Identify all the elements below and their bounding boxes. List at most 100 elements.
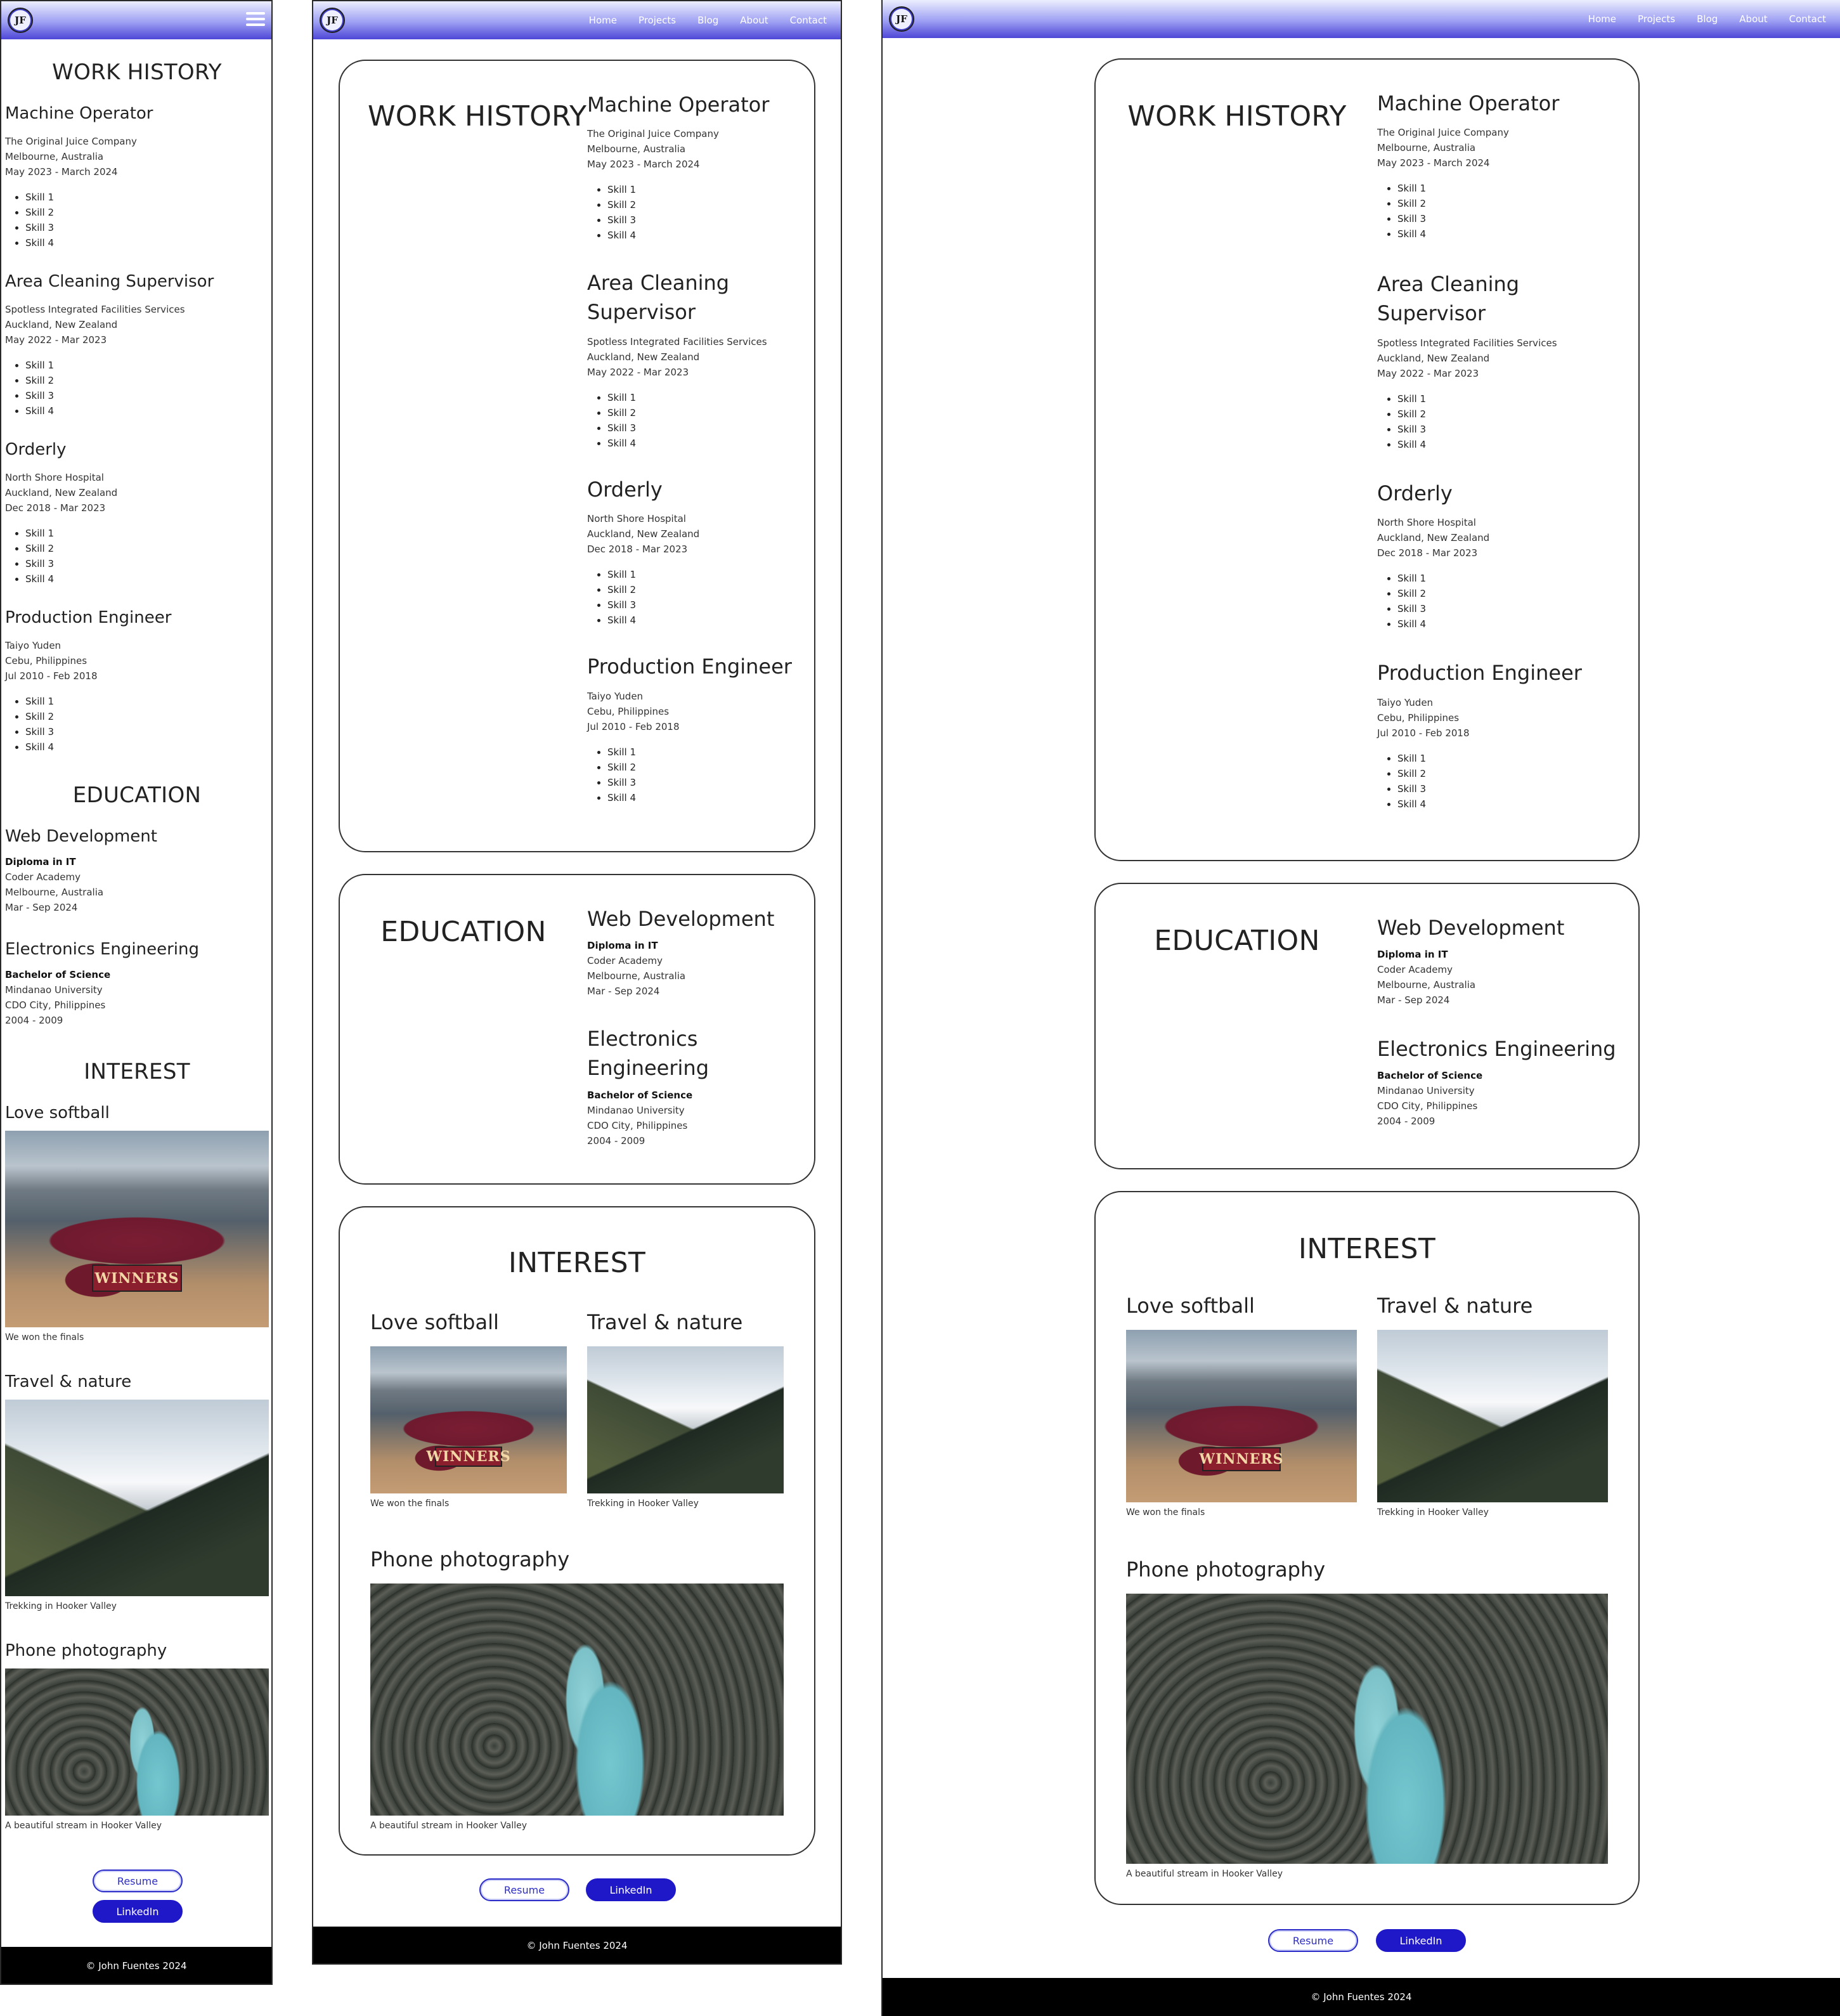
skill-item: Skill 1 <box>25 526 269 541</box>
nav-projects[interactable]: Projects <box>638 15 676 26</box>
softball-photo: WINNERS <box>370 1346 567 1494</box>
skill-item: Skill 1 <box>607 182 796 197</box>
interest-item: Love softball WINNERS We won the finals <box>1126 1292 1357 1518</box>
softball-photo: WINNERS <box>1126 1330 1357 1503</box>
work-history-card: WORK HISTORY Machine Operator The Origin… <box>1094 58 1640 861</box>
skill-item: Skill 1 <box>25 190 269 205</box>
skill-item: Skill 1 <box>607 390 796 405</box>
skill-item: Skill 4 <box>25 739 269 755</box>
section-title-interest: INTEREST <box>84 1059 190 1084</box>
interest-card: INTEREST Love softball WINNERS We won th… <box>339 1206 815 1856</box>
skill-item: Skill 1 <box>1397 391 1618 406</box>
skill-item: Skill 3 <box>25 220 269 235</box>
job-item: Production Engineer Taiyo Yuden Cebu, Phi… <box>587 653 796 805</box>
nav-links: Home Projects Blog About Contact <box>1588 0 1840 38</box>
section-title-education: EDUCATION <box>380 916 547 948</box>
stream-photo <box>5 1668 269 1816</box>
skill-item: Skill 2 <box>607 582 796 597</box>
skill-item: Skill 3 <box>25 724 269 739</box>
skill-item: Skill 2 <box>25 541 269 556</box>
skill-item: Skill 3 <box>1397 422 1618 437</box>
skill-item: Skill 3 <box>607 597 796 613</box>
logo[interactable]: JF <box>889 6 914 32</box>
tablet-view: JF Home Projects Blog About Contact WORK… <box>312 0 842 1965</box>
navbar: JF <box>1 1 271 39</box>
job-item: Machine Operator The Original Juice Comp… <box>1377 90 1618 242</box>
skill-item: Skill 2 <box>25 373 269 388</box>
linkedin-button[interactable]: LinkedIn <box>1376 1929 1466 1952</box>
skill-item: Skill 2 <box>1397 586 1618 601</box>
hamburger-menu-icon[interactable] <box>246 10 265 29</box>
skill-item: Skill 1 <box>607 567 796 582</box>
skill-item: Skill 2 <box>607 197 796 212</box>
resume-button[interactable]: Resume <box>1268 1929 1358 1952</box>
navbar: JF Home Projects Blog About Contact <box>313 1 841 39</box>
section-title-work: WORK HISTORY <box>52 60 222 85</box>
skill-item: Skill 2 <box>25 709 269 724</box>
job-item: Production Engineer Taiyo Yuden Cebu, Phi… <box>5 607 269 755</box>
skill-item: Skill 3 <box>25 556 269 571</box>
job-item: Area Cleaning Supervisor Spotless Integr… <box>5 271 269 419</box>
skill-item: Skill 4 <box>607 790 796 805</box>
skill-item: Skill 4 <box>1397 616 1618 632</box>
education-item: Electronics Engineering Bachelor of Scie… <box>1377 1037 1616 1128</box>
skill-item: Skill 1 <box>25 694 269 709</box>
linkedin-button[interactable]: LinkedIn <box>93 1900 183 1923</box>
section-title-interest: INTEREST <box>508 1247 646 1279</box>
logo[interactable]: JF <box>8 8 33 33</box>
nav-about[interactable]: About <box>1739 13 1767 25</box>
nav-about[interactable]: About <box>740 15 768 26</box>
nav-links: Home Projects Blog About Contact <box>589 1 841 39</box>
skill-item: Skill 4 <box>1397 797 1618 812</box>
interest-item: Travel & nature Trekking in Hooker Valle… <box>5 1371 269 1611</box>
nav-contact[interactable]: Contact <box>790 15 827 26</box>
job-item: Orderly North Shore Hospital Auckland, Ne… <box>5 439 269 587</box>
education-card: EDUCATION Web Development Diploma in IT C… <box>339 874 815 1185</box>
skill-item: Skill 3 <box>25 388 269 403</box>
skill-item: Skill 3 <box>607 420 796 436</box>
section-title-work: WORK HISTORY <box>1127 100 1347 133</box>
skill-item: Skill 3 <box>1397 601 1618 616</box>
job-item: Machine Operator The Original Juice Comp… <box>587 91 796 243</box>
education-item: Electronics Engineering Bachelor of Scie… <box>587 1027 709 1147</box>
skill-item: Skill 4 <box>607 228 796 243</box>
interest-item: Phone photography A beautiful stream in … <box>370 1546 784 1831</box>
mobile-view: JF WORK HISTORY Machine Operator The Ori… <box>0 0 273 1985</box>
resume-button[interactable]: Resume <box>479 1878 569 1901</box>
skill-item: Skill 1 <box>25 358 269 373</box>
valley-photo <box>1377 1330 1608 1503</box>
nav-home[interactable]: Home <box>1588 13 1616 25</box>
interest-item: Love softball WINNERS We won the finals <box>370 1309 567 1509</box>
skill-item: Skill 3 <box>1397 781 1618 797</box>
nav-projects[interactable]: Projects <box>1638 13 1675 25</box>
job-item: Production Engineer Taiyo Yuden Cebu, Phi… <box>1377 660 1618 811</box>
logo[interactable]: JF <box>320 8 345 33</box>
education-item: Web Development Diploma in IT Coder Acade… <box>587 907 775 998</box>
skill-item: Skill 1 <box>1397 181 1618 196</box>
job-item: Area Cleaning Supervisor Spotless Integr… <box>587 268 796 451</box>
skill-item: Skill 4 <box>25 571 269 587</box>
skill-item: Skill 1 <box>607 745 796 760</box>
resume-button[interactable]: Resume <box>93 1870 183 1892</box>
nav-blog[interactable]: Blog <box>1697 13 1718 25</box>
section-title-education: EDUCATION <box>72 783 202 808</box>
skill-item: Skill 1 <box>1397 571 1618 586</box>
section-title-education: EDUCATION <box>1154 925 1320 957</box>
skill-item: Skill 2 <box>607 760 796 775</box>
nav-home[interactable]: Home <box>589 15 617 26</box>
job-title: Orderly <box>5 440 67 459</box>
valley-photo <box>587 1346 784 1494</box>
skill-item: Skill 4 <box>25 403 269 419</box>
skill-item: Skill 3 <box>1397 211 1618 226</box>
skill-item: Skill 2 <box>1397 766 1618 781</box>
nav-contact[interactable]: Contact <box>1789 13 1826 25</box>
nav-blog[interactable]: Blog <box>697 15 718 26</box>
job-title: Machine Operator <box>5 104 153 123</box>
skill-item: Skill 4 <box>1397 226 1618 242</box>
footer: © John Fuentes 2024 <box>313 1927 841 1963</box>
education-item: Electronics Engineering Bachelor of Scie… <box>5 940 199 1027</box>
work-history-card: WORK HISTORY Machine Operator The Origin… <box>339 60 815 852</box>
skill-item: Skill 2 <box>1397 196 1618 211</box>
job-item: Orderly North Shore Hospital Auckland, Ne… <box>587 476 796 628</box>
linkedin-button[interactable]: LinkedIn <box>586 1878 676 1901</box>
